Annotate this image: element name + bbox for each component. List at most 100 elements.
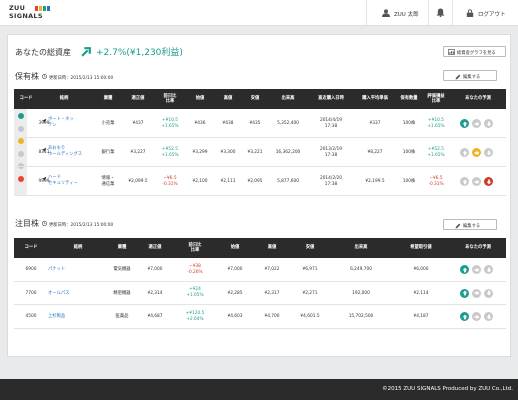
table-cell: 医薬品: [115, 314, 129, 319]
table-cell: 2014/2/20: [319, 176, 343, 181]
table-cell: +2.64%: [186, 316, 204, 322]
table-cell: ¥337: [369, 121, 381, 126]
table-cell: -0.31%: [428, 182, 444, 187]
table-cell: 精密機器: [113, 290, 131, 296]
table-cell: 16,362,200: [275, 150, 301, 155]
predict-flat-icon[interactable]: [472, 177, 481, 186]
table-cell: ¥2,095: [247, 179, 263, 184]
table-cell: ¥2,199.5: [365, 179, 385, 184]
clock-icon: [42, 74, 47, 79]
table-cell: +¥120.5: [185, 310, 205, 316]
table-row: 7700 オールパス 精密機器 ¥2,314 +¥24 +1.05% ¥2,285 ¥2,31…: [14, 282, 506, 305]
table-cell: 銀行業: [101, 150, 115, 155]
table-row: 4500 上杉製品 医薬品 ¥4,687 +¥120.5 +2.64% ¥4,603 ¥4,7…: [14, 305, 506, 329]
predict-up-icon[interactable]: [460, 148, 469, 157]
table-cell: 電気機器: [113, 267, 131, 272]
table-row: 6900 パナット 電気機器 ¥7,000 −¥38 -0.26% ¥7,000 ¥7,022…: [14, 258, 506, 282]
holdings-edit-label: 編集する: [463, 74, 481, 80]
bell-icon[interactable]: [436, 8, 445, 17]
predict-up-icon[interactable]: [460, 177, 469, 186]
clock-icon: [42, 221, 47, 226]
holdings-table-header: コード 銘柄 業種 適正値 前日比 比率 始値 高値 安値 出来高 直近購入日時 購入平均単価 保有数…: [14, 89, 506, 109]
table-cell: ¥2,114: [413, 290, 429, 296]
column-header: あなたの予測: [465, 245, 491, 250]
table-cell: ¥7,022: [264, 267, 280, 272]
predict-flat-icon[interactable]: [472, 119, 481, 128]
predict-up-icon[interactable]: [460, 312, 469, 321]
predict-down-icon[interactable]: [484, 148, 493, 157]
predict-down-icon[interactable]: [484, 177, 493, 186]
watchlist-edit-label: 編集する: [463, 223, 481, 229]
chart-icon: [448, 49, 455, 55]
predict-down-icon[interactable]: [484, 312, 493, 321]
table-cell: ¥2,100: [192, 179, 208, 184]
logo-line2: SIGNALS: [9, 12, 43, 20]
table-cell: 192,000: [352, 290, 370, 296]
predict-up-icon[interactable]: [460, 119, 469, 128]
holdings-edit-button[interactable]: 編集する: [443, 70, 497, 81]
predict-up-icon[interactable]: [460, 265, 469, 274]
column-header: あなたの予測: [465, 96, 491, 101]
column-header: 適正値: [131, 96, 145, 101]
airplane-icon: [41, 147, 47, 153]
logout-icon: [466, 9, 474, 17]
stock-name-link[interactable]: ハード セキュリティー: [41, 175, 96, 186]
stock-name-link[interactable]: オールパス: [48, 291, 69, 297]
predict-down-icon[interactable]: [484, 265, 493, 274]
table-cell: 100株: [402, 150, 416, 155]
trend-up-icon: [81, 47, 91, 57]
table-cell: +¥24: [189, 287, 201, 292]
predict-flat-icon[interactable]: [472, 265, 481, 274]
column-header: コード: [19, 96, 33, 101]
copyright: ©2015 ZUU SIGNALS Produced by ZUU Co.,Lt…: [382, 386, 513, 392]
predict-up-icon[interactable]: [460, 288, 469, 298]
table-cell: ¥2,099.5: [128, 179, 148, 184]
table-cell: ¥2,271: [302, 290, 318, 296]
column-header: 出来高: [281, 96, 295, 101]
table-cell: 15,702,500: [348, 314, 374, 319]
table-cell: −¥6.5: [429, 176, 443, 181]
table-cell: -0.26%: [187, 269, 203, 275]
stock-name-link[interactable]: あおもり ホールディングス: [41, 146, 96, 157]
table-cell: 小売業: [101, 121, 115, 126]
table-cell: ¥6,971: [302, 267, 318, 272]
watchlist-table-header: コード 銘柄 業種 適正値 前日比 比率 始値 高値 安値 出来高 希望取引値 あなたの予測: [14, 238, 506, 258]
table-cell: 2013/2/19: [319, 147, 343, 152]
table-cell: 情報・ 通信業: [101, 176, 115, 187]
table-cell: 2014/4/19: [319, 118, 343, 123]
column-header: 安値: [250, 96, 260, 101]
column-header: 安値: [305, 245, 315, 250]
table-cell: 100株: [402, 179, 416, 184]
table-cell: +¥52.5: [428, 147, 444, 152]
column-header: 業種: [117, 245, 127, 250]
predict-down-icon[interactable]: [484, 288, 493, 298]
holdings-title: 保有株: [15, 72, 39, 81]
logo-line1: ZUU: [9, 4, 26, 12]
table-cell: +¥52.5: [162, 147, 178, 152]
stock-name-link[interactable]: 上杉製品: [48, 314, 65, 320]
zuu-signals-logo[interactable]: ZUU SIGNALS: [9, 5, 59, 21]
table-cell: -0.31%: [162, 182, 178, 187]
table-cell: ¥2,111: [220, 179, 236, 184]
stock-name-link[interactable]: パナット: [48, 267, 65, 273]
logout-button[interactable]: ログアウト: [460, 0, 518, 26]
predict-down-icon[interactable]: [484, 119, 493, 128]
asset-graph-label: 総資産グラフを見る: [457, 50, 496, 56]
table-cell: ¥6,000: [413, 267, 429, 272]
table-cell: ¥3,221: [247, 150, 263, 155]
user-menu[interactable]: ZUU 太郎: [373, 0, 425, 26]
footer: ©2015 ZUU SIGNALS Produced by ZUU Co.,Lt…: [0, 379, 518, 400]
predict-flat-icon[interactable]: [472, 148, 481, 157]
predict-flat-icon[interactable]: [472, 312, 481, 321]
column-header: 銘柄: [59, 96, 69, 101]
table-cell: ¥3,300: [220, 150, 236, 155]
column-header: 適正値: [148, 245, 162, 250]
asset-graph-button[interactable]: 総資産グラフを見る: [443, 46, 506, 57]
watchlist-edit-button[interactable]: 編集する: [443, 219, 497, 230]
predict-flat-icon[interactable]: [472, 288, 481, 298]
table-cell: +1.65%: [427, 124, 445, 129]
table-cell: +¥10.5: [162, 118, 178, 123]
stock-name-link[interactable]: ボート・ネッ テン: [41, 117, 96, 128]
table-cell: ¥3,299: [192, 150, 208, 155]
table-row: 8311 あおもり ホールディングス 銀行業 ¥3,227 +¥52.5 +1.65% ¥3,…: [14, 138, 506, 167]
